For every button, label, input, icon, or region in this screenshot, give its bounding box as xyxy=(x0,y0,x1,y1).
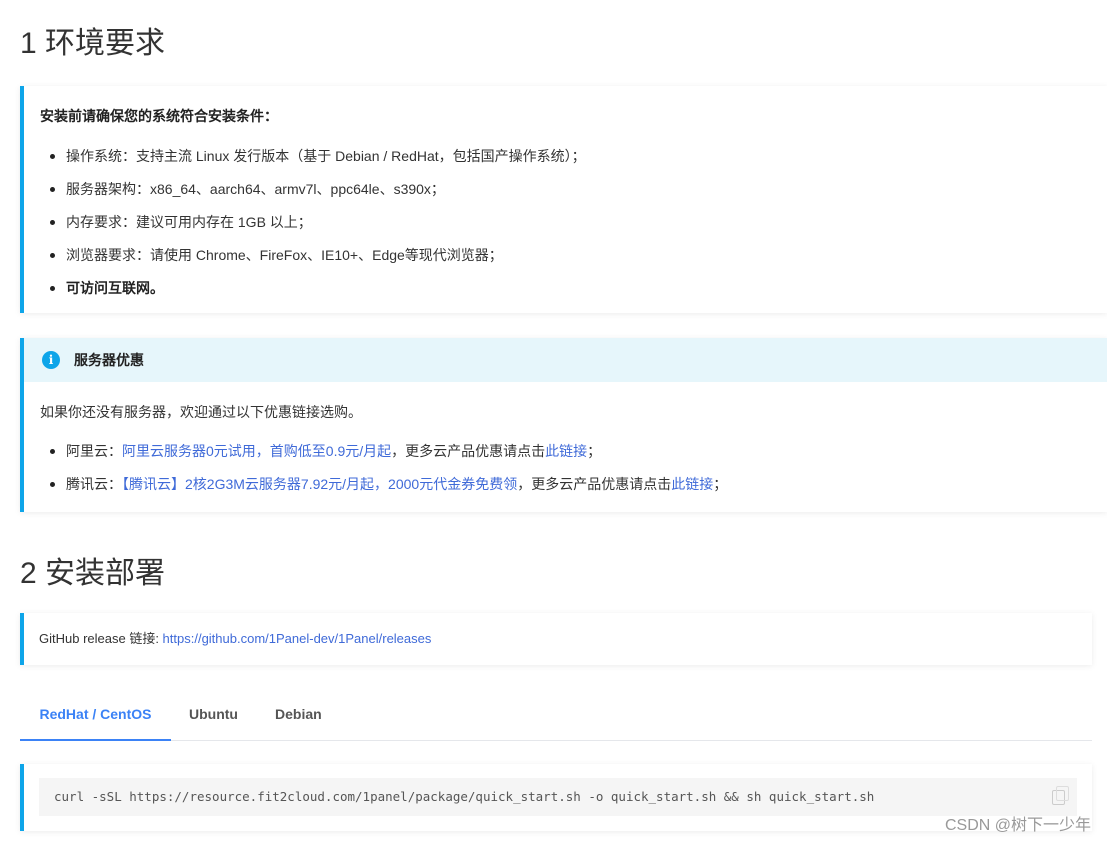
github-release-label: GitHub release 链接: xyxy=(39,631,163,646)
list-item-tencent: 腾讯云：【腾讯云】2核2G3M云服务器7.92元/月起，2000元代金券免费领，… xyxy=(50,468,727,501)
aliyun-more-link[interactable]: 此链接 xyxy=(545,443,587,459)
tencent-prefix: 腾讯云： xyxy=(66,476,122,492)
list-item-aliyun: 阿里云：阿里云服务器0元试用，首购低至0.9元/月起，更多云产品优惠请点击此链接… xyxy=(50,435,727,468)
aliyun-middle-text: ，更多云产品优惠请点击 xyxy=(391,443,546,459)
server-promo-callout: i 服务器优惠 如果你还没有服务器，欢迎通过以下优惠链接选购。 阿里云：阿里云服… xyxy=(20,338,1107,512)
github-release-callout: GitHub release 链接: https://github.com/1P… xyxy=(20,613,1092,665)
list-item-internet: 可访问互联网。 xyxy=(50,272,586,305)
info-icon: i xyxy=(42,351,60,369)
install-command-text: curl -sSL https://resource.fit2cloud.com… xyxy=(54,789,875,804)
list-item-arch: 服务器架构：x86_64、aarch64、armv7l、ppc64le、s390… xyxy=(50,173,586,206)
aliyun-suffix: ； xyxy=(587,443,602,459)
section-heading-requirements: 1 环境要求 xyxy=(20,27,166,60)
tencent-more-link[interactable]: 此链接 xyxy=(671,476,713,492)
requirements-callout: 安装前请确保您的系统符合安装条件： 操作系统：支持主流 Linux 发行版本（基… xyxy=(20,86,1107,313)
tab-debian[interactable]: Debian xyxy=(275,692,322,739)
requirements-title: 安装前请确保您的系统符合安装条件： xyxy=(40,108,278,124)
watermark: CSDN @树下一少年 xyxy=(944,817,1091,834)
list-item-browser: 浏览器要求：请使用 Chrome、FireFox、IE10+、Edge等现代浏览… xyxy=(50,239,586,272)
tab-redhat-centos[interactable]: RedHat / CentOS xyxy=(20,692,171,741)
list-item-os: 操作系统：支持主流 Linux 发行版本（基于 Debian / RedHat，… xyxy=(50,140,586,173)
os-tabs: RedHat / CentOS Ubuntu Debian xyxy=(20,692,1092,741)
requirements-list: 操作系统：支持主流 Linux 发行版本（基于 Debian / RedHat，… xyxy=(50,140,586,305)
promo-header: i 服务器优惠 xyxy=(24,338,1107,382)
tencent-offer-link[interactable]: 【腾讯云】2核2G3M云服务器7.92元/月起，2000元代金券免费领 xyxy=(122,476,517,492)
tencent-suffix: ； xyxy=(713,476,728,492)
install-command-callout: curl -sSL https://resource.fit2cloud.com… xyxy=(20,764,1092,831)
github-release-link[interactable]: https://github.com/1Panel-dev/1Panel/rel… xyxy=(163,631,432,646)
promo-intro: 如果你还没有服务器，欢迎通过以下优惠链接选购。 xyxy=(40,404,362,420)
tab-ubuntu[interactable]: Ubuntu xyxy=(189,692,238,739)
aliyun-prefix: 阿里云： xyxy=(66,443,122,459)
promo-list: 阿里云：阿里云服务器0元试用，首购低至0.9元/月起，更多云产品优惠请点击此链接… xyxy=(50,435,727,501)
tencent-middle-text: ，更多云产品优惠请点击 xyxy=(517,476,672,492)
copy-icon[interactable] xyxy=(1052,786,1069,805)
aliyun-offer-link[interactable]: 阿里云服务器0元试用，首购低至0.9元/月起 xyxy=(122,443,391,459)
promo-title: 服务器优惠 xyxy=(74,352,144,368)
section-heading-install: 2 安装部署 xyxy=(20,557,166,590)
list-item-memory: 内存要求：建议可用内存在 1GB 以上； xyxy=(50,206,586,239)
install-command-block: curl -sSL https://resource.fit2cloud.com… xyxy=(39,778,1077,816)
